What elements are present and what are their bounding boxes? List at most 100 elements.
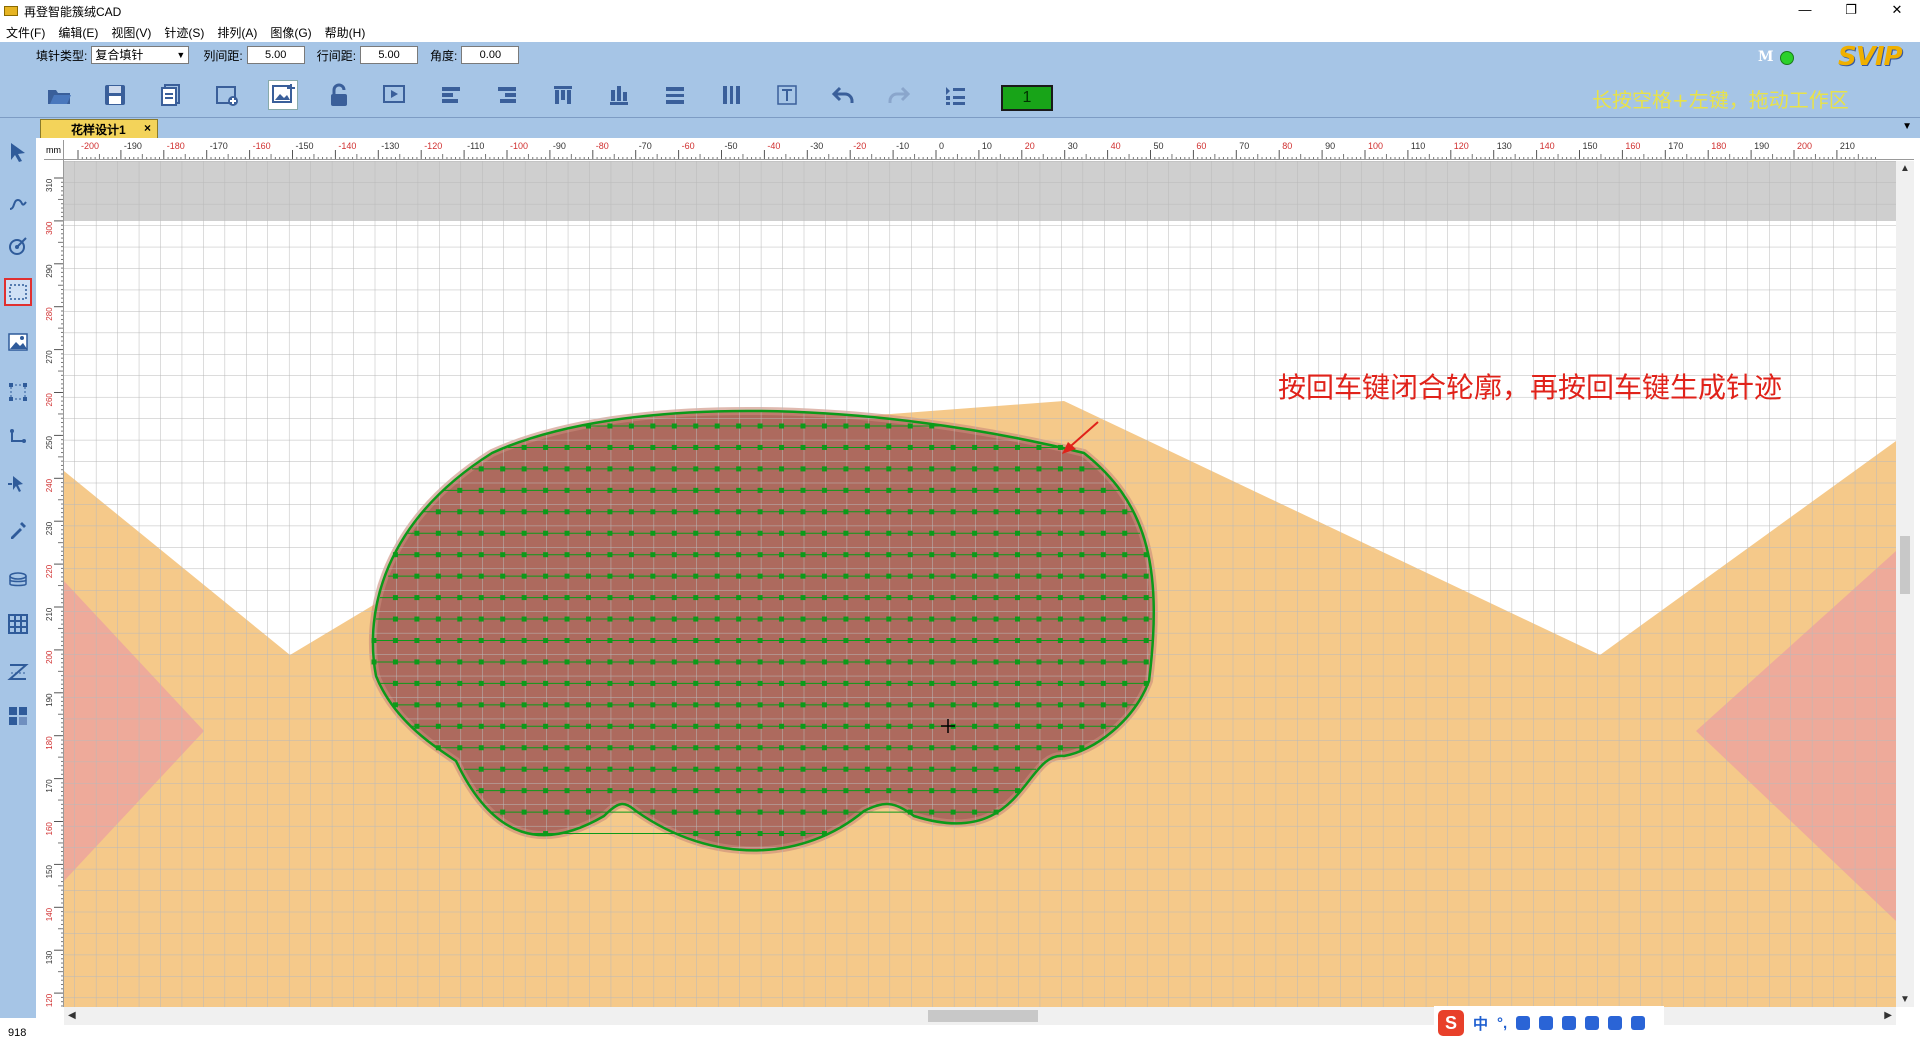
menu-view[interactable]: 视图(V) [111, 24, 151, 41]
new-doc-icon[interactable] [212, 80, 242, 110]
curve-icon[interactable] [4, 188, 32, 216]
stitch-point [950, 766, 956, 772]
redo-icon[interactable] [884, 80, 914, 110]
design-canvas[interactable] [64, 161, 1896, 1007]
stitch-point [779, 423, 785, 429]
image-icon[interactable] [4, 328, 32, 356]
minimize-button[interactable]: — [1782, 0, 1828, 22]
stitch-point [779, 509, 785, 515]
scroll-up-icon[interactable]: ▲ [1900, 163, 1910, 174]
stitch-point [993, 552, 999, 558]
stitch-point [478, 466, 484, 472]
vertical-scrollbar[interactable]: ▲ ▼ [1896, 161, 1914, 1007]
stitch-point [1036, 659, 1042, 665]
stitch-point [950, 573, 956, 579]
rect-select-icon[interactable] [4, 278, 32, 306]
scroll-left-icon[interactable]: ◀ [68, 1010, 76, 1021]
stitch-point [586, 659, 591, 665]
horizontal-scroll-thumb[interactable] [928, 1010, 1038, 1022]
row-spacing-input[interactable]: 5.00 [360, 46, 419, 64]
stitch-point [714, 616, 720, 622]
grid-icon[interactable] [4, 610, 32, 638]
align-bottom-icon[interactable] [604, 80, 634, 110]
menu-image[interactable]: 图像(G) [270, 24, 311, 41]
apps-icon[interactable] [1608, 1016, 1623, 1030]
stitch-point [757, 745, 763, 751]
keyboard-icon[interactable] [1539, 1016, 1554, 1030]
stitch-point [779, 702, 785, 708]
tab-close-icon[interactable]: × [144, 121, 151, 135]
ime-lang[interactable]: 中 [1473, 1013, 1488, 1034]
skin-icon[interactable] [1562, 1016, 1577, 1030]
scroll-down-icon[interactable]: ▼ [1900, 994, 1910, 1005]
stitch-point [1100, 616, 1106, 622]
align-right-icon[interactable] [492, 80, 522, 110]
tab-pattern-design[interactable]: 花样设计1 × [40, 119, 158, 138]
image-insert-icon[interactable] [268, 80, 298, 110]
stitch-point [950, 444, 956, 450]
stitch-point [543, 487, 549, 493]
copy-doc-icon[interactable] [156, 80, 186, 110]
fill-type-select[interactable]: 复合填针 ▼ [91, 46, 190, 64]
microphone-icon[interactable] [1516, 1016, 1531, 1030]
layers-icon[interactable] [4, 566, 32, 594]
distribute-h-icon[interactable] [660, 80, 690, 110]
menu-stitch[interactable]: 针迹(S) [164, 24, 204, 41]
align-top-icon[interactable] [548, 80, 578, 110]
list-icon[interactable] [940, 80, 970, 110]
lock-icon[interactable] [324, 80, 354, 110]
tab-dropdown-icon[interactable]: ▼ [1902, 121, 1912, 132]
transform-icon[interactable] [4, 378, 32, 406]
menu-help[interactable]: 帮助(H) [325, 24, 366, 41]
select-arrow-icon[interactable] [4, 138, 32, 166]
stitch-point [500, 702, 506, 708]
ime-punct[interactable]: °, [1497, 1015, 1507, 1032]
stitch-point [779, 659, 785, 665]
menu-file[interactable]: 文件(F) [6, 24, 45, 41]
stitch-point [392, 595, 398, 601]
stitch-point [972, 702, 978, 708]
restore-button[interactable]: ❐ [1828, 0, 1874, 22]
node-edit-icon[interactable] [4, 232, 32, 260]
ruler-label: 210 [45, 607, 54, 621]
align-left-icon[interactable] [436, 80, 466, 110]
stitch-point [607, 745, 613, 751]
ruler-label: -160 [253, 141, 271, 151]
distribute-v-icon[interactable] [716, 80, 746, 110]
stitch-point [478, 766, 484, 772]
scroll-right-icon[interactable]: ▶ [1884, 1010, 1892, 1021]
connect-icon[interactable] [4, 424, 32, 452]
vertical-scroll-thumb[interactable] [1900, 536, 1910, 594]
stitch-point [993, 466, 999, 472]
stitch-point [693, 638, 699, 643]
stitch-point [864, 702, 870, 708]
stitch-point [950, 788, 956, 794]
text-icon[interactable] [772, 80, 802, 110]
settings-icon[interactable] [1631, 1016, 1646, 1030]
stitch-point [736, 444, 742, 450]
stitch-point [757, 723, 763, 729]
zigzag-icon[interactable] [4, 658, 32, 686]
open-icon[interactable] [44, 80, 74, 110]
close-button[interactable]: ✕ [1874, 0, 1920, 22]
stitch-point [757, 423, 763, 429]
stitch-point [714, 530, 720, 536]
stitch-point [993, 616, 999, 622]
menu-arrange[interactable]: 排列(A) [217, 24, 257, 41]
play-icon[interactable] [380, 80, 410, 110]
ime-logo-icon[interactable]: S [1438, 1010, 1464, 1036]
stitch-point [586, 680, 591, 686]
save-icon[interactable] [100, 80, 130, 110]
menu-edit[interactable]: 编辑(E) [58, 24, 98, 41]
eyedropper-icon[interactable] [4, 516, 32, 544]
col-spacing-input[interactable]: 5.00 [246, 46, 305, 64]
stitch-point [1122, 509, 1128, 515]
tiles-icon[interactable] [4, 702, 32, 730]
undo-icon[interactable] [828, 80, 858, 110]
game-icon[interactable] [1585, 1016, 1600, 1030]
stitch-point [1036, 552, 1042, 558]
ime-toolbar[interactable]: S 中 °, [1434, 1006, 1664, 1040]
angle-input[interactable]: 0.00 [461, 46, 520, 64]
pointer-plus-icon[interactable] [4, 470, 32, 498]
stitch-point [543, 680, 549, 686]
